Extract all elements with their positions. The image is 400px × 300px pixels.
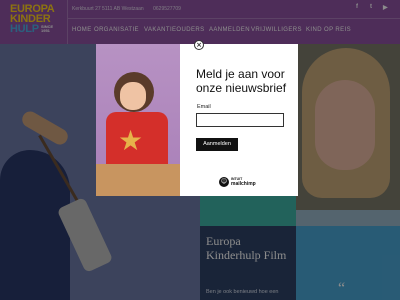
modal-photo: ★ [96,44,180,196]
mailchimp-wordmark: mailchimp [231,181,256,187]
photo-cardboard-box [96,164,180,196]
mailchimp-icon: ☺ [219,177,229,187]
modal-heading: Meld je aan voor onze nieuwsbrief [196,67,287,95]
mailchimp-text: INTUIT mailchimp [231,177,256,187]
subscribe-button[interactable]: Aanmelden [196,138,238,151]
close-icon[interactable]: × [194,40,204,50]
email-label: Email [197,104,211,110]
photo-child-face [120,82,146,110]
mailchimp-badge[interactable]: ☺ INTUIT mailchimp [219,176,256,188]
star-icon: ★ [118,124,144,157]
email-field[interactable] [196,113,284,127]
